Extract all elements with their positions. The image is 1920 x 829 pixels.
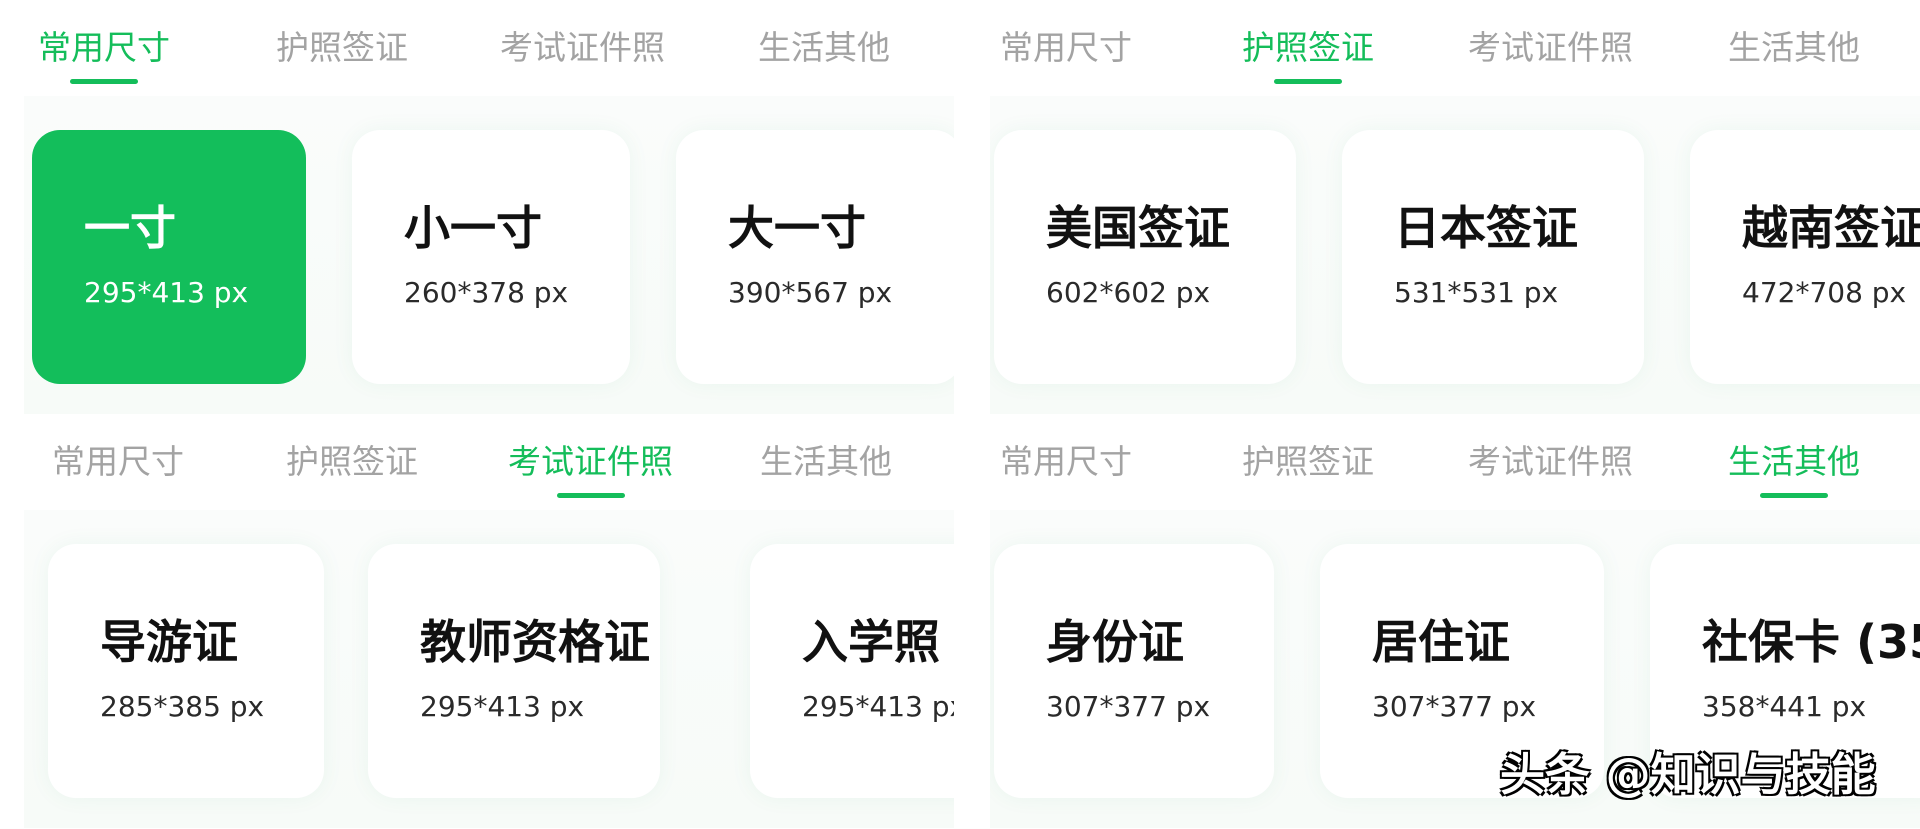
- size-card-title: 越南签证: [1742, 201, 1920, 255]
- size-card[interactable]: 身份证 307*377 px: [994, 544, 1274, 798]
- tab-exam-id-photo[interactable]: 考试证件照: [508, 440, 673, 498]
- size-card-dimensions: 307*377 px: [1372, 690, 1537, 723]
- tab-label: 生活其他: [758, 28, 890, 67]
- size-card[interactable]: 教师资格证 295*413 px: [368, 544, 660, 798]
- tab-label: 常用尺寸: [1000, 442, 1132, 481]
- category-tabs: 常用尺寸 护照签证 考试证件照 生活其他: [990, 0, 1920, 96]
- size-card-dimensions: 602*602 px: [1046, 276, 1211, 309]
- tab-label: 常用尺寸: [38, 28, 170, 67]
- active-tab-indicator: [556, 493, 625, 498]
- size-card-dimensions: 295*413 px: [802, 690, 954, 723]
- size-card[interactable]: 入学照 295*413 px: [750, 544, 954, 798]
- tab-label: 考试证件照: [1468, 28, 1633, 67]
- size-card-title: 美国签证: [1046, 201, 1230, 255]
- tab-label: 考试证件照: [500, 28, 665, 67]
- size-card-dimensions: 295*413 px: [420, 690, 585, 723]
- tab-label: 护照签证: [276, 28, 408, 67]
- category-tabs: 常用尺寸 护照签证 考试证件照 生活其他: [24, 0, 954, 96]
- size-card[interactable]: 日本签证 531*531 px: [1342, 130, 1644, 384]
- tab-passport-visa[interactable]: 护照签证: [1242, 26, 1374, 84]
- size-card-list: 导游证 285*385 px 教师资格证 295*413 px 入学照 295*…: [24, 510, 954, 828]
- size-card[interactable]: 小一寸 260*378 px: [352, 130, 630, 384]
- tab-label: 生活其他: [1728, 28, 1860, 67]
- category-tabs: 常用尺寸 护照签证 考试证件照 生活其他: [990, 414, 1920, 510]
- category-tabs: 常用尺寸 护照签证 考试证件照 生活其他: [24, 414, 954, 510]
- tab-life-other[interactable]: 生活其他: [1728, 26, 1860, 70]
- size-card-dimensions: 285*385 px: [100, 690, 265, 723]
- panel-passport-visa: 常用尺寸 护照签证 考试证件照 生活其他 美国签证 602*602 px 日本签…: [990, 0, 1920, 414]
- size-card-title: 导游证: [100, 615, 238, 669]
- size-card[interactable]: 导游证 285*385 px: [48, 544, 324, 798]
- screenshot-collage: 常用尺寸 护照签证 考试证件照 生活其他 一寸 295*413 px 小一寸 2…: [0, 0, 1920, 829]
- size-card-title: 社保卡 (35: [1702, 615, 1920, 669]
- watermark: 头条 @知识与技能: [1500, 748, 1876, 801]
- size-card-dimensions: 295*413 px: [84, 276, 249, 309]
- tab-life-other[interactable]: 生活其他: [1728, 440, 1860, 498]
- tab-label: 常用尺寸: [52, 442, 184, 481]
- tab-common-sizes[interactable]: 常用尺寸: [52, 440, 184, 484]
- tab-passport-visa[interactable]: 护照签证: [276, 26, 408, 70]
- panel-common-sizes: 常用尺寸 护照签证 考试证件照 生活其他 一寸 295*413 px 小一寸 2…: [24, 0, 954, 414]
- tab-exam-id-photo[interactable]: 考试证件照: [1468, 440, 1633, 484]
- tab-label: 生活其他: [760, 442, 892, 481]
- active-tab-indicator: [1760, 493, 1828, 498]
- tab-passport-visa[interactable]: 护照签证: [286, 440, 418, 484]
- panel-exam-id-photo: 常用尺寸 护照签证 考试证件照 生活其他 导游证 285*385 px 教师资格…: [24, 414, 954, 828]
- tab-life-other[interactable]: 生活其他: [758, 26, 890, 70]
- size-card-dimensions: 531*531 px: [1394, 276, 1559, 309]
- tab-label: 护照签证: [1242, 28, 1374, 67]
- tab-label: 护照签证: [286, 442, 418, 481]
- size-card-dimensions: 358*441 px: [1702, 690, 1867, 723]
- tab-label: 护照签证: [1242, 442, 1374, 481]
- size-card-title: 日本签证: [1394, 201, 1578, 255]
- tab-common-sizes[interactable]: 常用尺寸: [1000, 440, 1132, 484]
- size-card[interactable]: 越南签证 472*708 px: [1690, 130, 1920, 384]
- size-card-title: 居住证: [1372, 615, 1510, 669]
- size-card[interactable]: 美国签证 602*602 px: [994, 130, 1296, 384]
- tab-common-sizes[interactable]: 常用尺寸: [1000, 26, 1132, 70]
- tab-life-other[interactable]: 生活其他: [760, 440, 892, 484]
- tab-label: 生活其他: [1728, 442, 1860, 481]
- size-card-list: 一寸 295*413 px 小一寸 260*378 px 大一寸 390*567…: [24, 96, 954, 414]
- size-card-title: 小一寸: [404, 201, 542, 255]
- tab-label: 考试证件照: [508, 442, 673, 481]
- tab-passport-visa[interactable]: 护照签证: [1242, 440, 1374, 484]
- size-card-title: 入学照: [802, 615, 940, 669]
- active-tab-indicator: [1274, 79, 1342, 84]
- size-card-title: 一寸: [84, 201, 176, 255]
- tab-common-sizes[interactable]: 常用尺寸: [38, 26, 170, 84]
- active-tab-indicator: [70, 79, 138, 84]
- size-card-list: 美国签证 602*602 px 日本签证 531*531 px 越南签证 472…: [990, 96, 1920, 414]
- tab-label: 考试证件照: [1468, 442, 1633, 481]
- size-card[interactable]: 大一寸 390*567 px: [676, 130, 954, 384]
- tab-exam-id-photo[interactable]: 考试证件照: [500, 26, 665, 70]
- size-card-title: 大一寸: [728, 201, 866, 255]
- tab-exam-id-photo[interactable]: 考试证件照: [1468, 26, 1633, 70]
- size-card-dimensions: 260*378 px: [404, 276, 569, 309]
- size-card[interactable]: 一寸 295*413 px: [32, 130, 306, 384]
- tab-label: 常用尺寸: [1000, 28, 1132, 67]
- size-card-dimensions: 307*377 px: [1046, 690, 1211, 723]
- size-card-title: 教师资格证: [420, 615, 650, 669]
- size-card-dimensions: 390*567 px: [728, 276, 893, 309]
- size-card-title: 身份证: [1046, 615, 1184, 669]
- size-card-dimensions: 472*708 px: [1742, 276, 1907, 309]
